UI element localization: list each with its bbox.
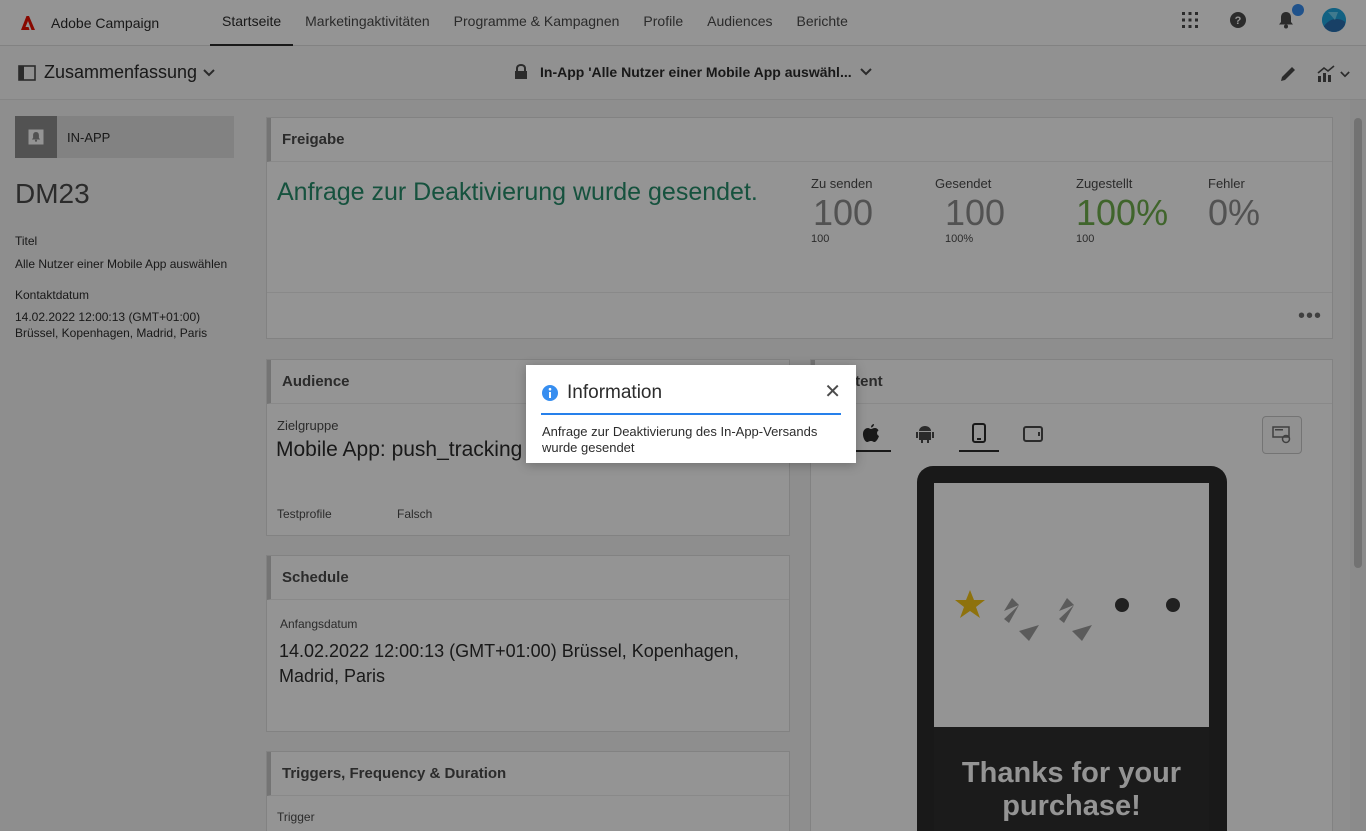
dialog-message: Anfrage zur Deaktivierung des In-App-Ver… [542, 424, 818, 455]
info-icon [542, 385, 558, 401]
dialog-title: Information [567, 382, 663, 403]
close-icon[interactable]: ✕ [824, 382, 841, 402]
dialog-header: Information ✕ [541, 382, 841, 415]
information-dialog: Information ✕ Anfrage zur Deaktivierung … [526, 365, 856, 463]
